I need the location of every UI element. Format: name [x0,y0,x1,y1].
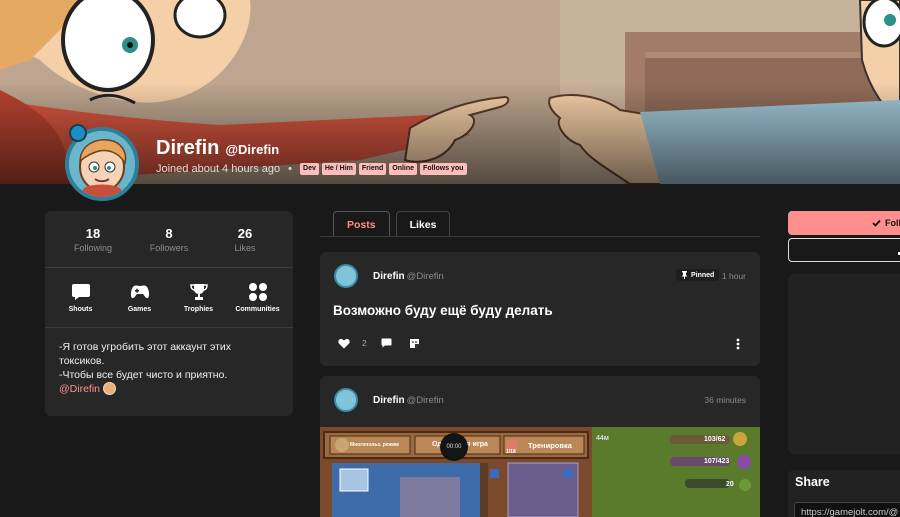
post-author-avatar[interactable] [334,388,358,412]
stat-followers-label: Followers [149,243,189,253]
joined-text: Joined about 4 hours ago [156,163,281,175]
follow-button[interactable]: Foll [788,211,900,235]
meta-separator: • [288,163,293,175]
video-timestamp: 00:00 [440,433,468,461]
sticker-icon [409,338,419,348]
like-count: 2 [362,338,367,348]
bio-line-1: -Я готов угробить этот аккаунт этих токс… [59,341,232,367]
bio-line-3: @Direfin [59,382,279,396]
heart-icon [338,338,350,348]
post-author-handle: @Direfin [406,271,444,282]
four-circles-icon [230,282,286,302]
profile-meta-row: Joined about 4 hours ago • Dev He / Him … [156,163,467,175]
post-timestamp[interactable]: 1 hour [722,271,746,281]
nav-games[interactable]: Games [112,282,168,327]
checkmark-icon [872,219,881,227]
stat-following-value: 18 [85,226,101,241]
stat-following[interactable]: 18 Following [58,226,128,267]
video-stat-gems: 20 [726,481,734,488]
nav-games-label: Games [127,306,152,313]
nav-trophies[interactable]: Trophies [171,282,227,327]
profile-options-button[interactable] [788,238,900,262]
stat-likes[interactable]: 26 Likes [210,226,280,267]
badge-dev: Dev [300,163,319,175]
post-author-name[interactable]: Direfin @Direfin [373,271,444,282]
profile-stats: 18 Following 8 Followers 26 Likes [45,211,293,268]
speech-bubble-icon [53,282,109,302]
post-header: Direfin @Direfin Pinned 1 hour [320,252,760,292]
post-timestamp[interactable]: 36 minutes [704,395,746,405]
post-more-button[interactable] [736,337,740,355]
tabs-divider [320,236,760,237]
follow-button-label: Foll [885,218,900,228]
profile-display-name: Direfin [156,137,220,159]
video-stat-elixir: 107/423 [704,458,730,465]
mention-avatar-icon [103,382,117,395]
video-stat-gold: 103/62 [704,436,726,443]
post-author-display: Direfin [373,395,405,406]
like-button[interactable]: 2 [338,338,381,349]
nav-shouts[interactable]: Shouts [53,282,109,327]
stat-followers-value: 8 [165,226,173,241]
sticker-button[interactable] [409,338,420,349]
trophy-icon [171,282,227,302]
post-card[interactable]: Direfin @Direfin 36 minutes 00:00 Многоп… [320,376,760,517]
post-author-name[interactable]: Direfin @Direfin [373,395,444,406]
profile-name-row: Direfin @Direfin [156,137,279,160]
profile-quicknav: Shouts Games Trophies Communities [45,268,293,328]
video-tab-training: Тренировка [528,441,572,450]
badge-follows-you: Follows you [420,163,467,175]
stat-followers[interactable]: 8 Followers [134,226,204,267]
pinned-label: Pinned [691,271,715,279]
nav-communities-label: Communities [235,306,280,313]
profile-page: Direfin @Direfin Joined about 4 hours ag… [0,0,900,517]
nav-shouts-label: Shouts [68,306,93,313]
sidebar-ad-slot [788,274,900,454]
bio-line-2: -Чтобы все будет чисто и приятно. [59,369,228,381]
nav-communities[interactable]: Communities [230,282,286,327]
bio-mention-link[interactable]: @Direfin [59,383,100,395]
post-author-avatar[interactable] [334,264,358,288]
video-stat-time: 44м [596,435,609,442]
post-card[interactable]: Direfin @Direfin Pinned 1 hour Возможно б… [320,252,760,366]
profile-bio: -Я готов угробить этот аккаунт этих токс… [45,328,293,396]
more-vertical-icon [736,338,740,350]
video-tab-multiplayer: Многопольз. режим [350,442,399,448]
post-author-handle: @Direfin [406,395,444,406]
tab-likes[interactable]: Likes [395,211,451,237]
comment-icon [381,338,392,348]
profile-sidebar-card: 18 Following 8 Followers 26 Likes Shouts [45,211,293,416]
share-title: Share [795,475,830,489]
post-body-text: Возможно буду ещё буду делать [333,303,553,318]
profile-badges: Dev He / Him Friend Online Follows you [300,163,467,175]
badge-friend: Friend [358,163,387,175]
pin-icon [681,271,688,279]
post-author-display: Direfin [373,271,405,282]
avatar-status-badge-icon [69,124,87,142]
nav-trophies-label: Trophies [183,306,214,313]
comment-button[interactable] [381,338,392,348]
post-header: Direfin @Direfin 36 minutes [320,376,760,416]
post-video[interactable]: 00:00 Многопольз. режим Одиночная игра Т… [320,427,760,517]
profile-tabs: Posts Likes [333,211,451,237]
stat-likes-label: Likes [234,243,256,253]
share-card: Share [788,470,900,517]
share-url-input[interactable] [794,502,900,517]
gamepad-icon [112,282,168,302]
post-actions: 2 [338,336,420,350]
badge-online: Online [389,163,418,175]
stat-likes-value: 26 [237,226,253,241]
profile-handle: @Direfin [225,142,280,157]
tab-posts[interactable]: Posts [333,211,390,237]
video-counter: 1/18 [506,449,516,455]
stat-following-label: Following [73,243,113,253]
pinned-badge: Pinned [676,269,720,281]
badge-pronouns: He / Him [321,163,356,175]
